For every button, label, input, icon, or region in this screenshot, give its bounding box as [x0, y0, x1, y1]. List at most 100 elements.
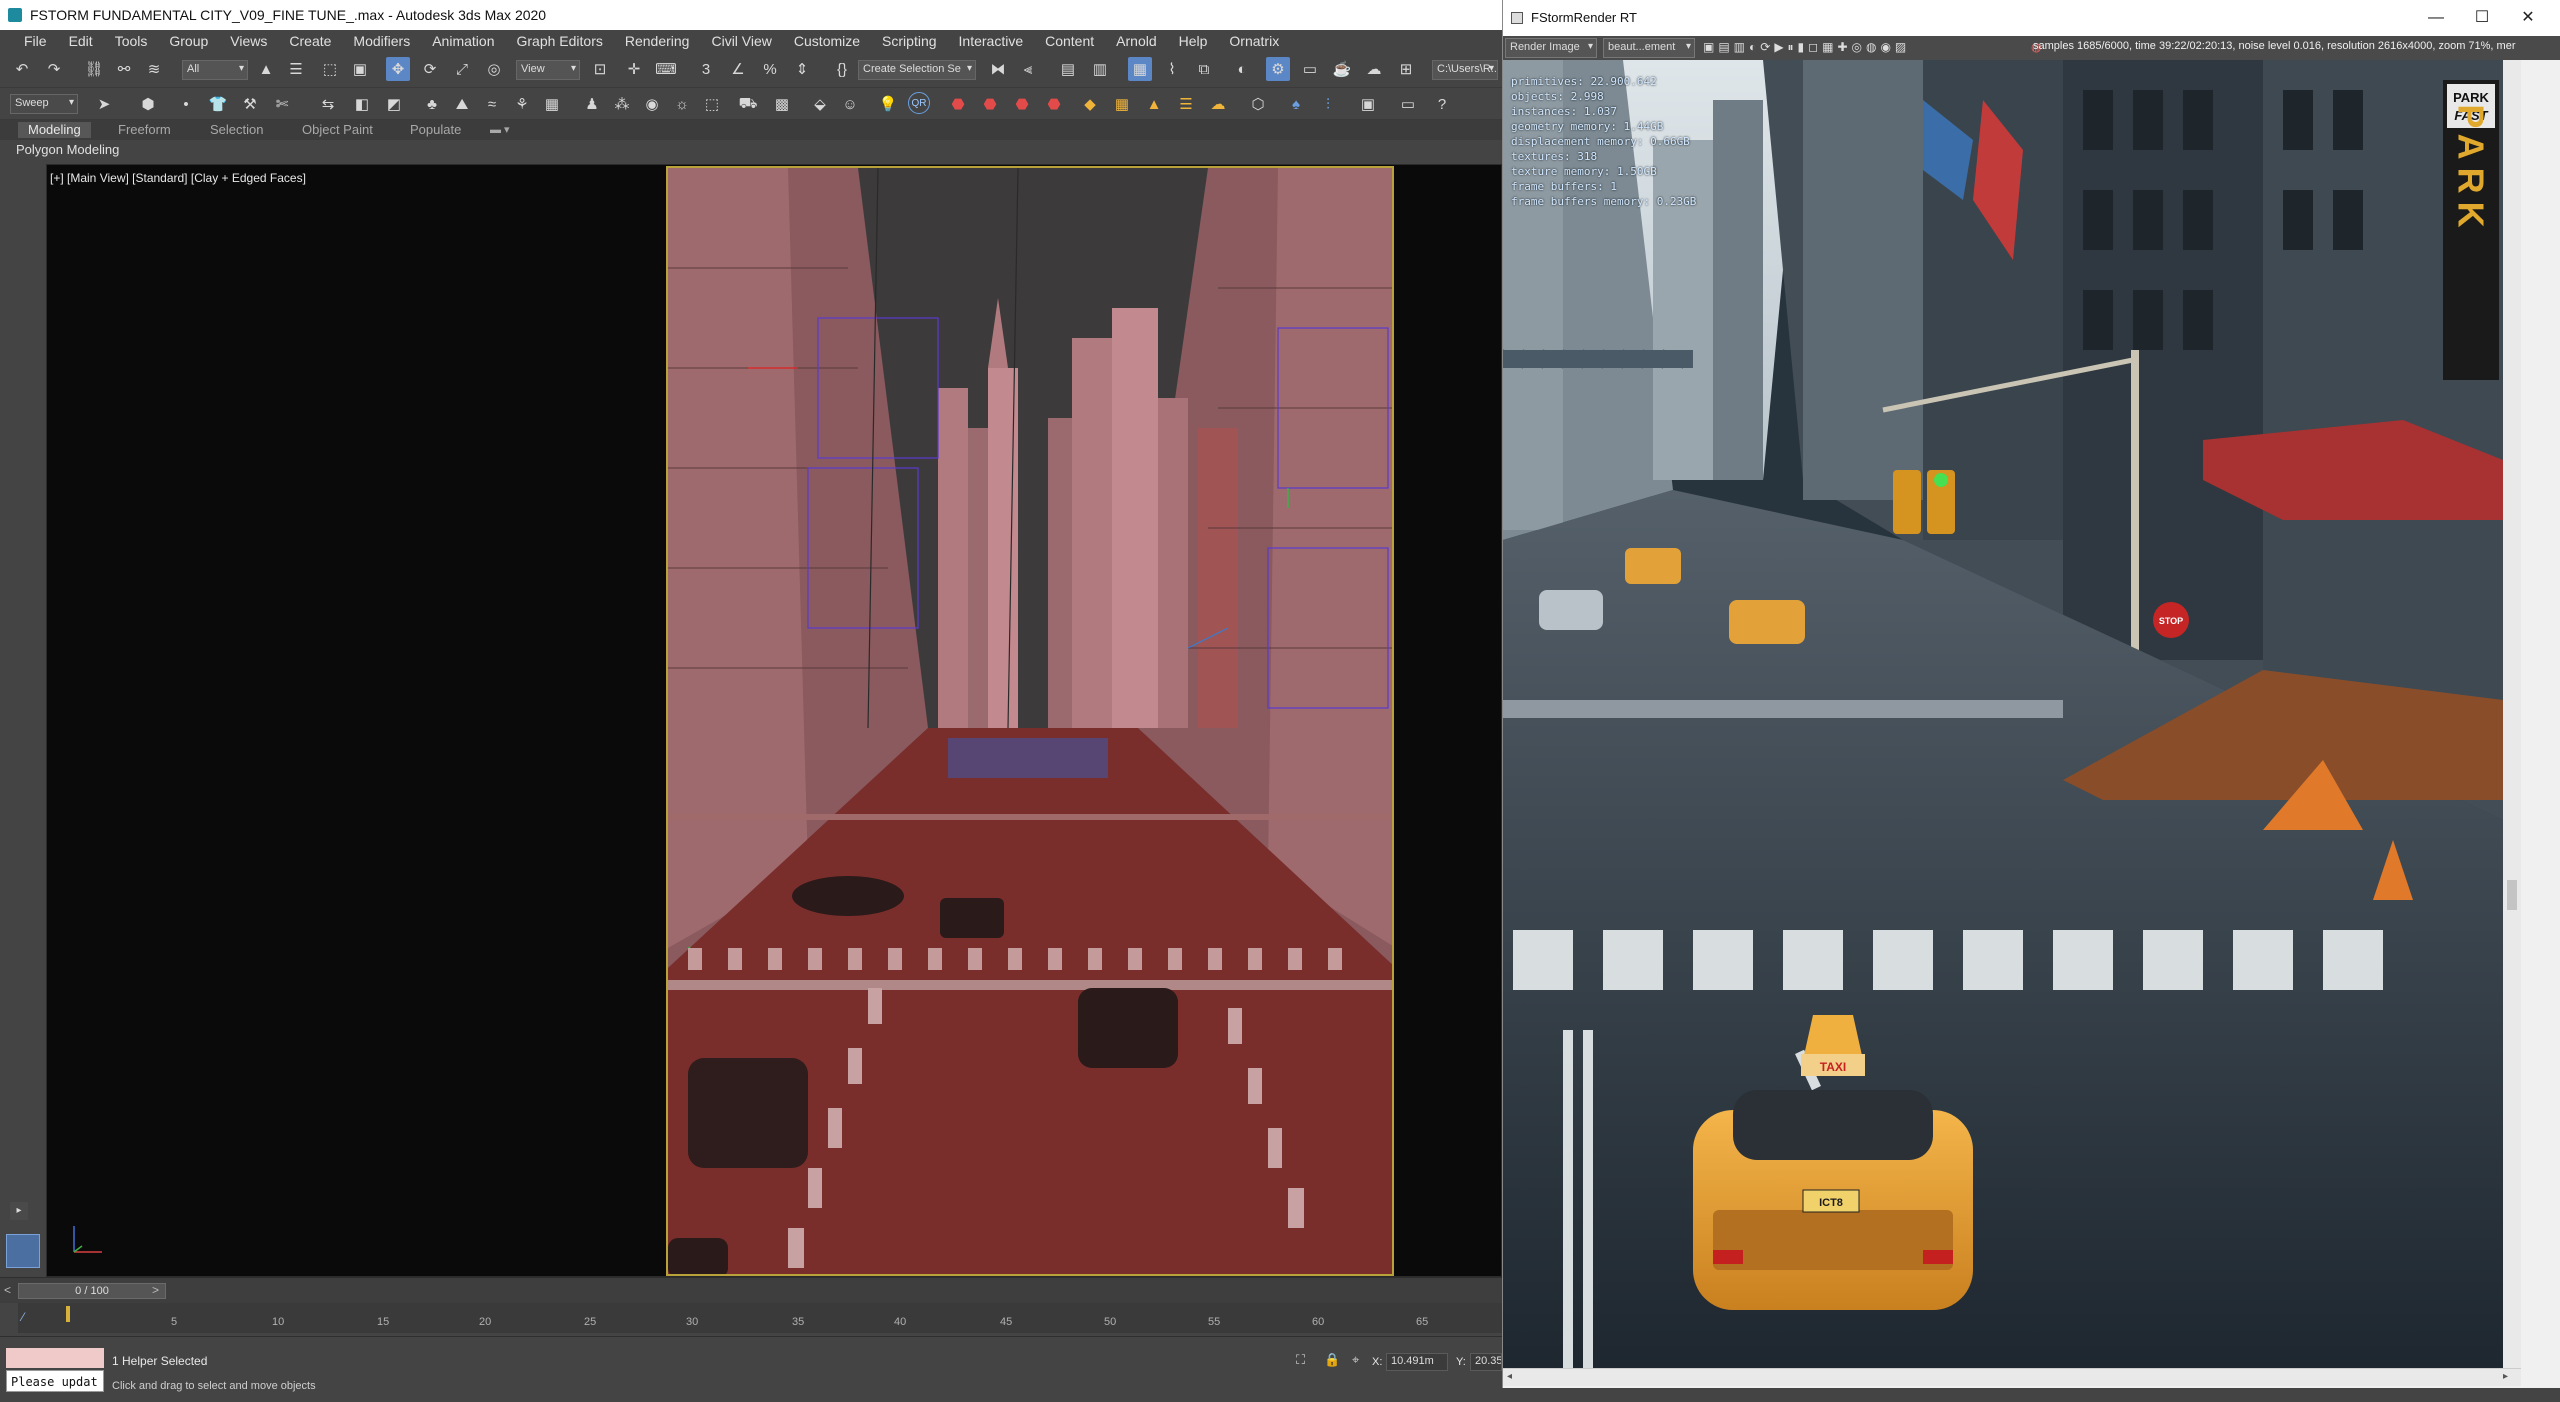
align-icon[interactable]: ⫷: [1016, 57, 1040, 81]
render-element-dropdown[interactable]: beaut...ement: [1603, 38, 1695, 58]
cube-icon[interactable]: ▩: [770, 92, 794, 116]
cart-icon[interactable]: ⛟: [736, 92, 760, 116]
rail-icon[interactable]: ⫶: [1316, 92, 1340, 116]
timeline-ruler[interactable]: [18, 1303, 1502, 1333]
maximize-button[interactable]: ☐: [2459, 0, 2505, 36]
undo-icon[interactable]: ↶: [10, 57, 34, 81]
tab-object-paint[interactable]: Object Paint: [302, 122, 373, 138]
select-and-move-icon[interactable]: ✥: [386, 57, 410, 81]
render-setup-icon[interactable]: ⚙: [1266, 57, 1290, 81]
percent-snap-icon[interactable]: %: [758, 57, 782, 81]
angle-snap-icon[interactable]: ∠: [726, 57, 750, 81]
toggle-ribbon-icon[interactable]: ▦: [1128, 57, 1152, 81]
time-prev-icon[interactable]: <: [4, 1283, 11, 1297]
scroll-left-arrow-icon[interactable]: ◂: [1507, 1371, 1512, 1382]
render-in-cloud-icon[interactable]: ☁: [1362, 57, 1386, 81]
fstorm-tool-icons[interactable]: ▣▤▥◐⟳▶⏸▮◻▦✚◎◍◉▨: [1703, 40, 1910, 55]
red-cube-icon-3[interactable]: ⬣: [1010, 92, 1034, 116]
menu-interactive[interactable]: Interactive: [949, 33, 1036, 49]
pivot-center-icon[interactable]: ⊡: [588, 57, 612, 81]
menu-content[interactable]: Content: [1035, 33, 1106, 49]
snaps-toggle-icon[interactable]: 3: [694, 57, 718, 81]
menu-customize[interactable]: Customize: [784, 33, 872, 49]
vertical-scroll-thumb[interactable]: [2507, 880, 2517, 910]
select-and-rotate-icon[interactable]: ⟳: [418, 57, 442, 81]
menu-arnold[interactable]: Arnold: [1106, 33, 1168, 49]
yellow-cone-icon[interactable]: ▲: [1142, 92, 1166, 116]
scatter-icon[interactable]: ⁂: [610, 92, 634, 116]
render-mode-dropdown[interactable]: Render Image: [1505, 38, 1597, 58]
close-button[interactable]: ✕: [2505, 0, 2551, 36]
manipulate-icon[interactable]: ✛: [622, 57, 646, 81]
menu-file[interactable]: File: [14, 33, 59, 49]
expand-left-icon[interactable]: ▸: [10, 1202, 28, 1220]
menu-group[interactable]: Group: [159, 33, 220, 49]
menu-animation[interactable]: Animation: [422, 33, 506, 49]
bevel-icon[interactable]: ◧: [350, 92, 374, 116]
red-cube-icon-1[interactable]: ⬣: [946, 92, 970, 116]
rectangular-selection-icon[interactable]: ⬚: [318, 57, 342, 81]
link-icon[interactable]: ⛓: [82, 57, 106, 81]
menu-graph-editors[interactable]: Graph Editors: [506, 33, 614, 49]
render-production-icon[interactable]: ☕: [1330, 57, 1354, 81]
scroll-right-arrow-icon[interactable]: ▸: [2503, 1371, 2508, 1382]
curve-editor-icon[interactable]: ⌇: [1160, 57, 1184, 81]
water-icon[interactable]: ≈: [480, 92, 504, 116]
spinner-snap-icon[interactable]: ⇕: [790, 57, 814, 81]
redo-icon[interactable]: ↷: [42, 57, 66, 81]
cloth-icon[interactable]: ✄: [270, 92, 294, 116]
qr-icon[interactable]: QR: [908, 92, 930, 114]
mirror-icon[interactable]: ⧓: [986, 57, 1010, 81]
monitor-icon[interactable]: ▭: [1396, 92, 1420, 116]
selection-filter-dropdown[interactable]: All: [182, 60, 248, 80]
maxscript-listener-input[interactable]: Please updat: [6, 1370, 104, 1392]
material-editor-icon[interactable]: ◐: [1230, 57, 1254, 81]
absolute-mode-icon[interactable]: ⌖: [1352, 1352, 1359, 1368]
y-coord-field[interactable]: 20.35: [1470, 1353, 1502, 1371]
tab-modeling[interactable]: Modeling: [18, 122, 91, 138]
select-and-place-icon[interactable]: ◎: [482, 57, 506, 81]
a360-gallery-icon[interactable]: ⊞: [1394, 57, 1418, 81]
plant-icon[interactable]: ⚘: [510, 92, 534, 116]
menu-edit[interactable]: Edit: [59, 33, 105, 49]
render-frame-icon[interactable]: ▣: [1356, 92, 1380, 116]
ribbon-options-icon[interactable]: ▬ ▾: [490, 122, 510, 138]
select-arrow-icon[interactable]: ➤: [92, 92, 116, 116]
red-cube-icon-2[interactable]: ⬣: [978, 92, 1002, 116]
pickup-icon[interactable]: ⬢: [136, 92, 160, 116]
yellow-cloud-icon[interactable]: ☁: [1206, 92, 1230, 116]
edit-named-selection-icon[interactable]: {}: [830, 57, 854, 81]
schematic-view-icon[interactable]: ⧉: [1192, 57, 1216, 81]
reference-coordinate-dropdown[interactable]: View: [516, 60, 580, 80]
bucket-icon[interactable]: ⬙: [808, 92, 832, 116]
named-selection-dropdown[interactable]: Create Selection Se: [858, 60, 976, 80]
sweep-dropdown[interactable]: Sweep: [10, 94, 78, 114]
yellow-diamond-icon[interactable]: ◆: [1078, 92, 1102, 116]
yellow-stack-icon[interactable]: ☰: [1174, 92, 1198, 116]
menu-scripting[interactable]: Scripting: [872, 33, 948, 49]
menu-civil-view[interactable]: Civil View: [701, 33, 783, 49]
select-by-name-icon[interactable]: ☰: [284, 57, 308, 81]
figure-icon[interactable]: ♟: [580, 92, 604, 116]
frame-icon[interactable]: ⬚: [700, 92, 724, 116]
rendered-frame-window-icon[interactable]: ▭: [1298, 57, 1322, 81]
ribbon-panel-label[interactable]: Polygon Modeling: [0, 140, 1502, 160]
menu-rendering[interactable]: Rendering: [615, 33, 702, 49]
menu-tools[interactable]: Tools: [105, 33, 160, 49]
menu-create[interactable]: Create: [279, 33, 343, 49]
tree-icon[interactable]: ♣: [420, 92, 444, 116]
shirt-icon[interactable]: 👕: [206, 92, 230, 116]
tab-populate[interactable]: Populate: [410, 122, 461, 138]
menu-help[interactable]: Help: [1169, 33, 1220, 49]
light-bulb-icon[interactable]: 💡: [876, 92, 900, 116]
menu-views[interactable]: Views: [220, 33, 279, 49]
dot-icon[interactable]: •: [174, 92, 198, 116]
help-icon[interactable]: ?: [1430, 92, 1454, 116]
select-object-icon[interactable]: ▲: [254, 57, 278, 81]
key-filter-icon[interactable]: ⁄: [22, 1310, 24, 1324]
isolate-selection-icon[interactable]: ⛶: [1296, 1352, 1305, 1368]
viewport-label[interactable]: [+] [Main View] [Standard] [Clay + Edged…: [50, 171, 306, 185]
menu-ornatrix[interactable]: Ornatrix: [1219, 33, 1291, 49]
horizontal-scrollbar[interactable]: ◂ ▸: [1503, 1368, 2521, 1386]
tools-icon[interactable]: ⚒: [238, 92, 262, 116]
